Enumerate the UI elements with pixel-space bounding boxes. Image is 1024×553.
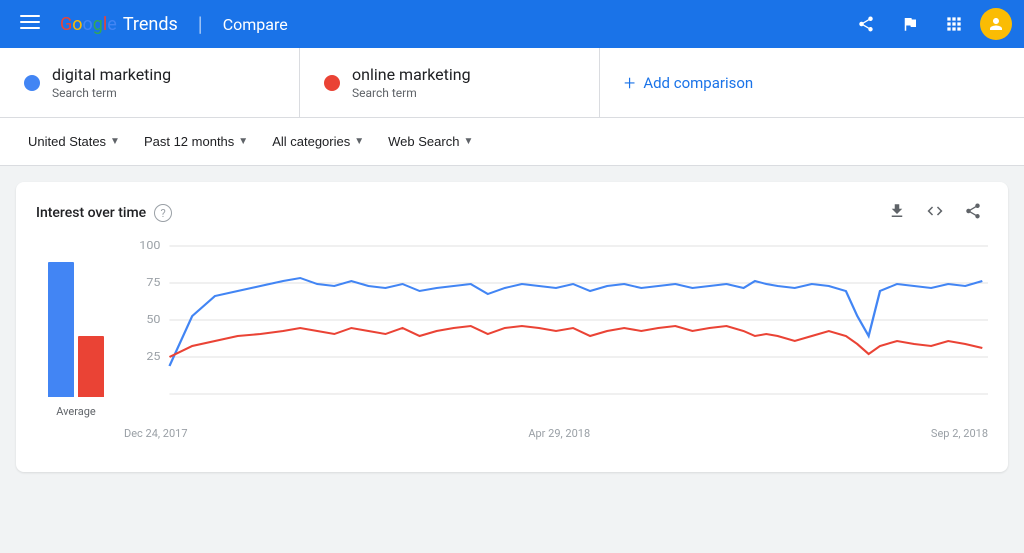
line-chart-svg: 100 75 50 25 <box>124 236 988 421</box>
term2-name[interactable]: online marketing <box>352 65 471 84</box>
filters-bar: United States ▼ Past 12 months ▼ All cat… <box>0 118 1024 166</box>
time-arrow-icon: ▼ <box>238 136 248 147</box>
line-chart-section: 100 75 50 25 Dec 24, 2017 Ap <box>124 236 988 456</box>
chart-area: Average 100 75 50 25 <box>36 236 988 456</box>
blue-line <box>169 278 982 366</box>
bar-chart-section: Average <box>36 236 116 456</box>
svg-text:50: 50 <box>146 313 160 326</box>
search-term-1: digital marketing Search term <box>0 48 300 117</box>
x-label-1: Dec 24, 2017 <box>124 427 188 440</box>
chart-title-area: Interest over time ? <box>36 204 172 222</box>
apps-icon[interactable] <box>936 6 972 42</box>
help-icon-text: ? <box>161 207 166 220</box>
google-trends-logo: Google Trends <box>60 14 178 35</box>
search-type-label: Web Search <box>388 134 459 149</box>
chart-actions <box>882 198 988 228</box>
region-arrow-icon: ▼ <box>110 136 120 147</box>
term2-type: Search term <box>352 86 471 100</box>
time-filter[interactable]: Past 12 months ▼ <box>132 126 260 157</box>
x-label-3: Sep 2, 2018 <box>931 427 988 440</box>
main-content: Interest over time ? <box>0 166 1024 488</box>
svg-text:75: 75 <box>146 276 160 289</box>
share-chart-button[interactable] <box>958 198 988 228</box>
page-title: Compare <box>223 15 288 34</box>
time-label: Past 12 months <box>144 134 234 149</box>
share-icon[interactable] <box>848 6 884 42</box>
add-plus-icon: + <box>624 71 635 95</box>
header: Google Trends | Compare <box>0 0 1024 48</box>
category-filter[interactable]: All categories ▼ <box>260 126 376 157</box>
red-line <box>169 326 982 357</box>
bar-online-marketing <box>78 336 104 397</box>
embed-button[interactable] <box>920 198 950 228</box>
flag-icon[interactable] <box>892 6 928 42</box>
term1-info: digital marketing Search term <box>52 65 171 100</box>
interest-over-time-card: Interest over time ? <box>16 182 1008 472</box>
header-icons <box>848 6 1012 42</box>
x-label-2: Apr 29, 2018 <box>528 427 590 440</box>
region-filter[interactable]: United States ▼ <box>16 126 132 157</box>
add-comparison-button[interactable]: + Add comparison <box>600 48 1024 117</box>
add-comparison-label: Add comparison <box>643 74 753 92</box>
chart-title: Interest over time <box>36 205 146 221</box>
google-logo-text: Google <box>60 14 117 35</box>
header-divider: | <box>198 12 203 36</box>
chart-header: Interest over time ? <box>36 198 988 228</box>
bars-container <box>48 236 104 401</box>
search-type-arrow-icon: ▼ <box>463 136 473 147</box>
search-term-2: online marketing Search term <box>300 48 600 117</box>
user-avatar[interactable] <box>980 8 1012 40</box>
term1-dot <box>24 75 40 91</box>
bar-digital-marketing <box>48 262 74 397</box>
svg-text:25: 25 <box>146 350 160 363</box>
search-type-filter[interactable]: Web Search ▼ <box>376 126 485 157</box>
region-label: United States <box>28 134 106 149</box>
term2-dot <box>324 75 340 91</box>
help-icon[interactable]: ? <box>154 204 172 222</box>
menu-icon[interactable] <box>12 4 48 45</box>
term1-type: Search term <box>52 86 171 100</box>
download-button[interactable] <box>882 198 912 228</box>
search-terms-bar: digital marketing Search term online mar… <box>0 48 1024 118</box>
category-arrow-icon: ▼ <box>354 136 364 147</box>
bar-label: Average <box>56 405 96 418</box>
svg-text:100: 100 <box>139 239 160 252</box>
category-label: All categories <box>272 134 350 149</box>
x-axis-labels: Dec 24, 2017 Apr 29, 2018 Sep 2, 2018 <box>124 427 988 440</box>
term2-info: online marketing Search term <box>352 65 471 100</box>
term1-name[interactable]: digital marketing <box>52 65 171 84</box>
trends-text: Trends <box>123 14 178 35</box>
